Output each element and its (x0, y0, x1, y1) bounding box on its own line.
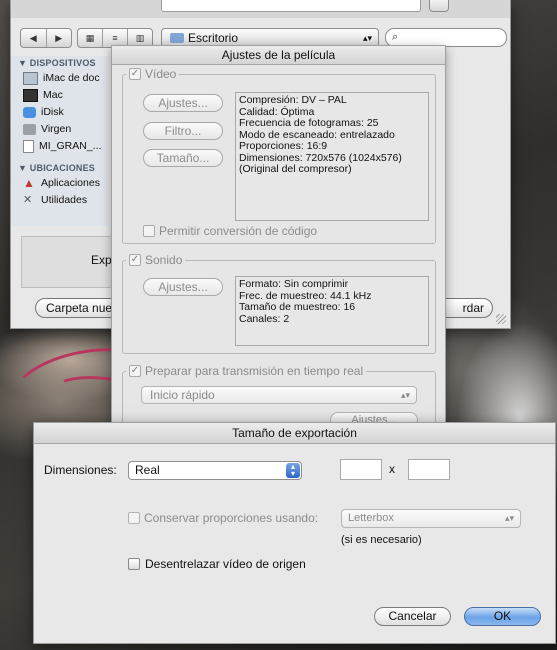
updown-arrows-icon: ▴▾ (400, 390, 410, 400)
sidebar-item-utilidades[interactable]: ✕ Utilidades (11, 192, 109, 209)
cancel-button[interactable]: Cancelar (374, 607, 451, 626)
sidebar-item-label: Utilidades (41, 194, 88, 206)
video-info-box: Compresión: DV – PAL Calidad: Óptima Fre… (235, 92, 429, 221)
ok-button[interactable]: OK (464, 607, 541, 626)
sound-info-box: Formato: Sin comprimir Frec. de muestreo… (235, 276, 429, 346)
keep-aspect-label: Conservar proporciones usando: (144, 511, 319, 525)
updown-arrows-icon: ▴▾ (362, 32, 372, 43)
sidebar-item-mac[interactable]: Mac (11, 87, 109, 104)
utilities-icon: ✕ (23, 194, 33, 206)
sidebar-item-mi-gran[interactable]: MI_GRAN_... (11, 138, 109, 155)
video-info-line: Frecuencia de fotogramas: 25 (239, 117, 379, 129)
video-label: Vídeo (145, 67, 177, 81)
sound-info-line: Canales: 2 (239, 312, 290, 325)
icon-view-button[interactable]: ▦ (78, 29, 102, 47)
imac-icon (23, 72, 38, 85)
allow-transcoding-row[interactable]: Permitir conversión de código (143, 224, 317, 238)
sound-label: Sonido (145, 253, 183, 267)
display-icon (23, 89, 38, 102)
sound-checkbox[interactable]: ✓ (129, 254, 141, 266)
forward-button[interactable]: ▶ (45, 29, 72, 47)
deinterlace-row[interactable]: Desentrelazar vídeo de origen (128, 557, 306, 571)
sidebar-item-imac[interactable]: iMac de doc (11, 70, 109, 87)
height-field[interactable] (408, 459, 450, 480)
dimensions-popup[interactable]: Real ▴ ▾ (128, 461, 302, 480)
keep-aspect-row[interactable]: Conservar proporciones usando: (128, 511, 318, 525)
filter-button[interactable]: Filtro... (143, 122, 223, 140)
updown-arrows-icon: ▴▾ (286, 463, 300, 478)
size-button[interactable]: Tamaño... (143, 149, 223, 167)
sound-settings-button[interactable]: Ajustes... (143, 278, 223, 296)
folder-icon (170, 33, 184, 43)
video-info-line: Compresión: DV – PAL (239, 94, 347, 106)
sidebar: ▼ DISPOSITIVOS iMac de doc Mac iDisk Vir… (11, 56, 109, 226)
video-info-line: (Original del compresor) (239, 163, 352, 175)
streaming-label: Preparar para transmisión en tiempo real (145, 364, 364, 378)
sidebar-header-devices: ▼ DISPOSITIVOS (18, 58, 96, 68)
sound-info-line: Formato: Sin comprimir (239, 278, 349, 290)
streaming-checkbox[interactable]: ✓ (129, 365, 141, 377)
sidebar-header-places: ▼ UBICACIONES (18, 163, 96, 173)
sidebar-item-idisk[interactable]: iDisk (11, 104, 109, 121)
sidebar-item-label: Mac (43, 89, 63, 101)
applications-icon: ▲ (23, 176, 35, 190)
sound-info-line: Tamaño de muestreo: 16 (239, 301, 356, 313)
allow-transcoding-checkbox[interactable] (143, 225, 155, 237)
deinterlace-label: Desentrelazar vídeo de origen (145, 557, 306, 571)
sidebar-item-aplicaciones[interactable]: ▲ Aplicaciones (11, 175, 109, 192)
dimensions-value: Real (135, 463, 160, 477)
export-label: Exp (91, 253, 112, 267)
video-legend: ✓ Vídeo (126, 67, 180, 81)
streaming-legend: ✓ Preparar para transmisión en tiempo re… (126, 364, 367, 378)
streaming-option-value: Inicio rápido (150, 388, 215, 402)
sidebar-item-label: MI_GRAN_... (39, 140, 102, 152)
if-needed-note: (si es necesario) (341, 534, 422, 546)
movie-settings-dialog: Ajustes de la película ✓ Vídeo Ajustes..… (111, 45, 446, 432)
back-forward-control: ◀ ▶ (20, 28, 72, 48)
times-sign: x (389, 462, 395, 476)
location-label: Escritorio (188, 31, 239, 45)
video-checkbox[interactable]: ✓ (129, 68, 141, 80)
export-size-dialog: Tamaño de exportación Dimensiones: Real … (33, 422, 556, 644)
keep-aspect-popup[interactable]: Letterbox ▴▾ (341, 509, 521, 528)
updown-arrows-icon: ▴▾ (504, 513, 514, 523)
dimensions-label: Dimensiones: (44, 463, 117, 477)
deinterlace-checkbox[interactable] (128, 558, 140, 570)
dialog-title: Tamaño de exportación (34, 423, 555, 444)
sidebar-item-label: iDisk (41, 106, 64, 118)
disk-icon (23, 124, 36, 135)
save-as-field[interactable] (161, 0, 421, 12)
video-settings-button[interactable]: Ajustes... (143, 94, 223, 112)
sidebar-item-label: iMac de doc (43, 72, 100, 84)
expand-button[interactable] (429, 0, 449, 12)
search-icon: ⌕ (392, 31, 399, 43)
sidebar-item-virgen[interactable]: Virgen (11, 121, 109, 138)
sidebar-item-label: Aplicaciones (41, 177, 100, 189)
dialog-title: Ajustes de la película (112, 46, 445, 65)
sidebar-item-label: Virgen (41, 123, 72, 135)
sound-legend: ✓ Sonido (126, 253, 186, 267)
back-button[interactable]: ◀ (21, 29, 46, 47)
idisk-icon (23, 107, 36, 118)
width-field[interactable] (340, 459, 382, 480)
allow-transcoding-label: Permitir conversión de código (159, 224, 318, 238)
document-icon (23, 140, 34, 153)
video-info-line: Proporciones: 16:9 (239, 140, 328, 152)
keep-aspect-checkbox[interactable] (128, 512, 140, 524)
resize-grip-icon[interactable] (496, 314, 506, 324)
keep-aspect-value: Letterbox (348, 512, 394, 524)
streaming-option-popup[interactable]: Inicio rápido ▴▾ (141, 386, 417, 404)
